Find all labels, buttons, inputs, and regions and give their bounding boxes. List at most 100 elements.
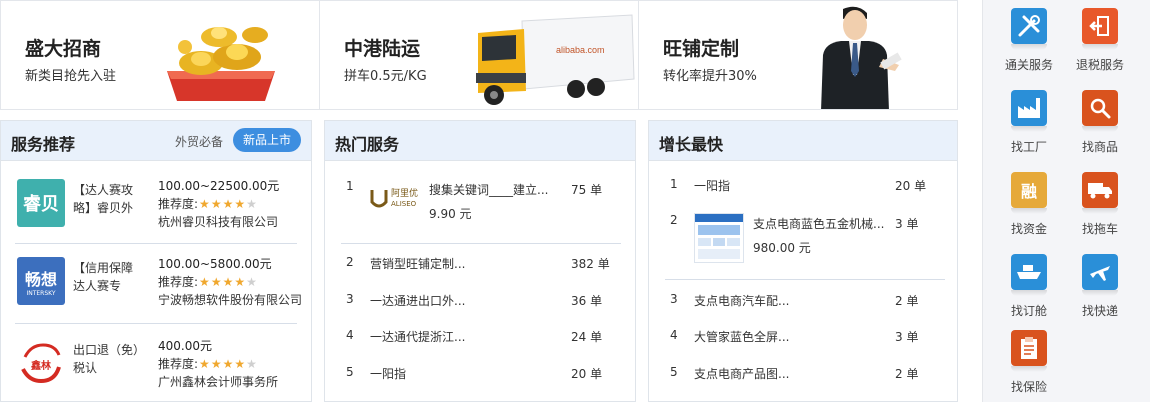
vendor-logo: 鑫林 xyxy=(17,339,65,387)
side-service-tax-refund[interactable]: 退税服务 xyxy=(1065,8,1135,73)
logo-text: 畅想 xyxy=(24,269,57,289)
recommend-item[interactable]: 畅想 INTERSKY 【信用保障达人赛专 100.00~5800.00元 推荐… xyxy=(15,245,302,323)
count-value: 75 xyxy=(571,183,587,197)
svg-text:alibaba.com: alibaba.com xyxy=(556,45,605,55)
trade-essentials-link[interactable]: 外贸必备 xyxy=(175,133,223,150)
service-name[interactable]: 一达通进出口外... xyxy=(370,292,465,309)
star-icon: ★ xyxy=(199,356,210,371)
star-icon: ★ xyxy=(199,196,210,211)
service-label: 找商品 xyxy=(1081,140,1118,154)
banner-merchant-recruit[interactable]: 盛大招商 新类目抢先入驻 xyxy=(1,1,320,109)
count-unit: 单 xyxy=(906,330,919,344)
side-service-customs[interactable]: 通关服务 xyxy=(994,8,1064,73)
panel-header: 服务推荐 外贸必备 新品上市 xyxy=(1,121,311,161)
service-name[interactable]: 【达人赛攻略】睿贝外 xyxy=(73,181,143,217)
service-label: 找资金 xyxy=(1010,222,1047,236)
rating: 推荐度: ★ ★ ★ ★ ★ xyxy=(158,273,257,290)
count-unit: 单 xyxy=(590,367,603,381)
divider xyxy=(341,243,621,244)
banner-subtitle: 转化率提升30% xyxy=(663,69,757,84)
rank-number: 2 xyxy=(346,255,354,269)
order-count: 20 单 xyxy=(895,177,926,194)
order-count: 36 单 xyxy=(571,292,602,309)
rank-number: 2 xyxy=(670,213,678,227)
service-name[interactable]: 支点电商产品图... xyxy=(694,365,789,382)
recommend-item[interactable]: 鑫林 出口退（免）税认 400.00元 推荐度: ★ ★ ★ ★ ★ 广州鑫林会计师事务… xyxy=(15,327,297,402)
logo-text: 鑫林 xyxy=(30,359,52,372)
hot-featured-item[interactable]: 1 阿里优 ALISEO 搜集关键词____建立... 9.90 元 75 单 xyxy=(325,179,635,239)
order-count: 3 单 xyxy=(895,328,918,345)
truck-icon: alibaba.com xyxy=(476,14,635,105)
businessman-icon xyxy=(821,6,902,109)
side-service-products[interactable]: 找商品 xyxy=(1065,90,1135,155)
service-name[interactable]: 支点电商汽车配... xyxy=(694,292,789,309)
count-value: 24 xyxy=(571,330,587,344)
count-unit: 单 xyxy=(914,179,927,193)
count-unit: 单 xyxy=(597,257,610,271)
rating: 推荐度: ★ ★ ★ ★ ★ xyxy=(158,355,257,372)
divider xyxy=(665,279,945,280)
service-name[interactable]: 支点电商蓝色五金机械... xyxy=(753,215,884,232)
panel-title: 增长最快 xyxy=(659,135,724,154)
growth-featured-item[interactable]: 2 支点电商蓝色五金机械... 980.00 元 3 单 xyxy=(649,213,957,269)
rank-number: 3 xyxy=(670,292,678,306)
aliseo-u-icon xyxy=(370,190,388,208)
count-unit: 单 xyxy=(590,330,603,344)
banner-shop-custom[interactable]: 旺铺定制 转化率提升30% xyxy=(639,1,957,109)
service-name[interactable]: 搜集关键词____建立... xyxy=(429,181,548,198)
count-unit: 单 xyxy=(906,294,919,308)
rank-number: 5 xyxy=(670,365,678,379)
service-name[interactable]: 一阳指 xyxy=(694,177,730,194)
logo-subtext: ALISEO xyxy=(391,200,417,208)
banner-hk-transport[interactable]: 中港陆运 拼车0.5元/KG alibaba.com xyxy=(320,1,639,109)
service-name[interactable]: 【信用保障达人赛专 xyxy=(73,259,143,295)
service-price: 980.00 元 xyxy=(753,241,811,255)
star-icon: ★ xyxy=(199,274,210,289)
company-name[interactable]: 宁波畅想软件股份有限公司 xyxy=(158,291,302,308)
company-name[interactable]: 广州鑫林会计师事务所 xyxy=(158,373,278,390)
rank-number: 5 xyxy=(346,365,354,379)
new-products-button[interactable]: 新品上市 xyxy=(232,128,301,152)
side-service-express[interactable]: 找快递 xyxy=(1065,254,1135,319)
order-count: 2 单 xyxy=(895,365,918,382)
service-name[interactable]: 出口退（免）税认 xyxy=(73,341,143,377)
order-count: 20 单 xyxy=(571,365,602,382)
side-service-insurance[interactable]: 找保险 xyxy=(994,330,1064,395)
fastest-growth-panel: 增长最快 1 一阳指 20 单 2 支点电商蓝色五金机械... 980.00 元… xyxy=(648,120,958,402)
promo-banners: 盛大招商 新类目抢先入驻 中港陆运 拼车0.5元/KG alibaba.com xyxy=(0,0,958,110)
rank-number: 1 xyxy=(346,179,354,193)
count-unit: 单 xyxy=(906,367,919,381)
rating: 推荐度: ★ ★ ★ ★ ★ xyxy=(158,195,257,212)
side-service-finance[interactable]: 融 找资金 xyxy=(994,172,1064,237)
service-label: 找订舱 xyxy=(1010,304,1047,318)
count-value: 3 xyxy=(895,330,903,344)
logo-subtext: INTERSKY xyxy=(26,289,56,297)
panel-header: 热门服务 xyxy=(325,121,635,161)
gold-ingot-icon xyxy=(167,27,275,101)
service-name[interactable]: 一达通代提浙江... xyxy=(370,328,465,345)
panel-title: 热门服务 xyxy=(335,135,400,154)
count-value: 3 xyxy=(895,217,903,231)
product-thumbnail[interactable] xyxy=(694,213,744,263)
star-icon: ★ xyxy=(234,356,246,371)
side-service-shipping[interactable]: 找订舱 xyxy=(994,254,1064,319)
panel-header: 增长最快 xyxy=(649,121,957,161)
service-price: 100.00~22500.00元 xyxy=(158,179,280,193)
recommend-item[interactable]: 睿贝 【达人赛攻略】睿贝外 100.00~22500.00元 推荐度: ★ ★ ★ ★… xyxy=(15,167,297,245)
order-count: 2 单 xyxy=(895,292,918,309)
divider xyxy=(15,243,297,244)
count-unit: 单 xyxy=(590,183,603,197)
company-name[interactable]: 杭州睿贝科技有限公司 xyxy=(158,213,278,230)
side-service-panel: 通关服务 退税服务 找工厂 找商品 融 找资金 找拖车 找订舱 找快递 找保险 xyxy=(982,0,1150,402)
order-count: 75 单 xyxy=(571,181,602,198)
service-name[interactable]: 大管家蓝色全屏... xyxy=(694,328,789,345)
service-label: 退税服务 xyxy=(1075,58,1124,72)
side-service-factory[interactable]: 找工厂 xyxy=(994,90,1064,155)
service-name[interactable]: 一阳指 xyxy=(370,365,406,382)
side-service-trailer[interactable]: 找拖车 xyxy=(1065,172,1135,237)
service-name[interactable]: 营销型旺铺定制... xyxy=(370,255,465,272)
service-label: 找保险 xyxy=(1010,380,1047,394)
count-value: 20 xyxy=(895,179,911,193)
count-value: 20 xyxy=(571,367,587,381)
order-count: 382 单 xyxy=(571,255,610,272)
